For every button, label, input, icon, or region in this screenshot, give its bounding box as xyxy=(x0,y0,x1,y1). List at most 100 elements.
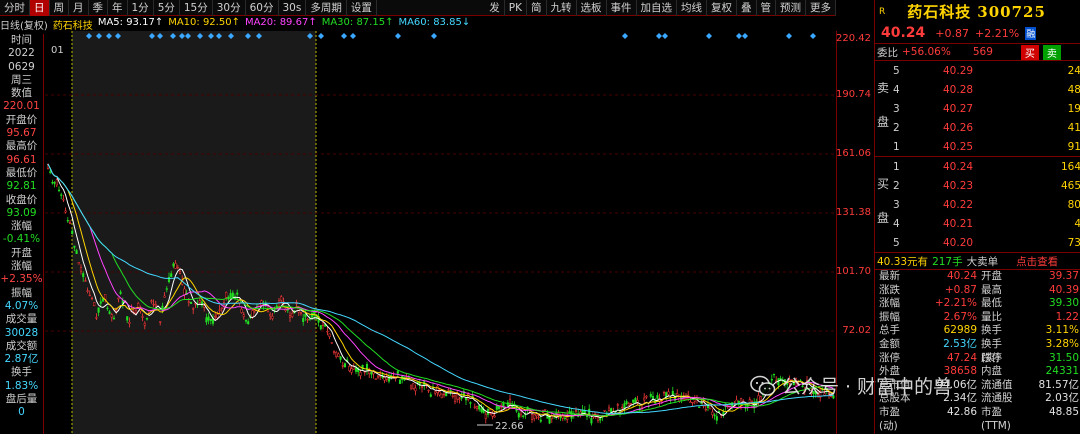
tool-button-7[interactable]: 均线 xyxy=(677,0,707,16)
order-level: 2 xyxy=(893,121,900,134)
tool-button-11[interactable]: 预测 xyxy=(776,0,806,16)
tool-button-4[interactable]: 选板 xyxy=(577,0,607,16)
order-book-row: 3 40.27 19 xyxy=(893,99,1080,118)
candle-body xyxy=(607,407,611,411)
event-diamond-icon[interactable] xyxy=(736,33,742,39)
event-diamond-icon[interactable] xyxy=(350,33,356,39)
candle-body xyxy=(469,402,472,404)
quote-label: 跌停 xyxy=(981,351,1002,364)
candle-body xyxy=(427,389,430,392)
candle-body xyxy=(187,301,190,303)
candle-body xyxy=(398,379,402,384)
candle-body xyxy=(436,385,439,393)
tool-button-3[interactable]: 九转 xyxy=(547,0,577,16)
candle-body xyxy=(209,318,212,321)
tool-button-8[interactable]: 复权 xyxy=(707,0,737,16)
candle-body xyxy=(60,194,63,196)
tool-button-5[interactable]: 事件 xyxy=(607,0,637,16)
tool-button-2[interactable]: 简 xyxy=(527,0,547,16)
period-tab-3[interactable]: 月 xyxy=(69,0,89,16)
candle-body xyxy=(247,321,250,325)
tool-button-0[interactable]: 发 xyxy=(485,0,505,16)
order-volume: 73 xyxy=(1067,236,1080,249)
order-book-row: 2 40.23 465 xyxy=(893,176,1080,195)
event-diamond-icon[interactable] xyxy=(431,33,437,39)
candle-body xyxy=(473,406,476,408)
order-price: 40.24 xyxy=(943,160,974,173)
quote-value: 39.30 xyxy=(1048,297,1079,310)
tool-button-12[interactable]: 更多 xyxy=(806,0,836,16)
event-diamond-icon[interactable] xyxy=(318,33,324,39)
candle-body xyxy=(352,366,355,370)
event-diamond-icon[interactable] xyxy=(341,33,347,39)
period-toolbar: 分时日周月季年 1分 5分 15分 30分 60分 30s 多周期 设置 发 PK 简九转 选板 事件 加自… xyxy=(0,0,836,16)
candle-body xyxy=(229,293,232,298)
period-tab-0[interactable]: 分时 xyxy=(0,0,30,16)
big-order-view-link[interactable]: 点击查看 xyxy=(1016,254,1058,269)
candle-body xyxy=(429,394,432,397)
stock-code: 300725 xyxy=(977,2,1046,21)
event-diamond-icon[interactable] xyxy=(662,33,668,39)
period-tab-11[interactable]: 30s xyxy=(279,0,307,16)
candle-body xyxy=(409,385,413,389)
order-level: 4 xyxy=(893,83,900,96)
event-diamond-icon[interactable] xyxy=(622,33,628,39)
candle-body xyxy=(711,411,714,416)
candle-body xyxy=(306,318,309,321)
tool-button-9[interactable]: 叠 xyxy=(737,0,757,16)
candle-body xyxy=(198,300,201,303)
period-tab-6[interactable]: 1分 xyxy=(128,0,154,16)
quote-row: 总市值 94.06亿 流通值 81.57亿 xyxy=(875,379,1080,393)
candle-body xyxy=(343,363,347,368)
candle-body xyxy=(537,416,540,419)
candlestick-chart[interactable]: 01 22.66 xyxy=(45,31,836,434)
quote-label: 最高 xyxy=(981,283,1002,296)
period-tab-1[interactable]: 日 xyxy=(30,0,50,16)
period-tab-7[interactable]: 5分 xyxy=(154,0,180,16)
period-tab-13[interactable]: 设置 xyxy=(347,0,377,16)
candle-body xyxy=(420,386,424,388)
year-value: 2022 xyxy=(8,47,35,60)
turnover-value: 2.87亿 xyxy=(4,353,39,366)
candle-body xyxy=(174,263,177,269)
candle-body xyxy=(88,294,91,297)
event-diamond-icon[interactable] xyxy=(706,33,712,39)
period-tab-10[interactable]: 60分 xyxy=(246,0,279,16)
tool-button-10[interactable]: 管 xyxy=(757,0,776,16)
candle-body xyxy=(691,401,694,404)
sell-button[interactable]: 卖 xyxy=(1042,44,1061,60)
price-change-pct: +2.21% xyxy=(975,26,1020,40)
candle-body xyxy=(709,403,712,410)
candle-body xyxy=(291,312,294,317)
candle-body xyxy=(715,416,718,421)
event-diamond-icon[interactable] xyxy=(742,33,748,39)
order-price: 40.23 xyxy=(943,179,974,192)
period-tab-8[interactable]: 15分 xyxy=(180,0,213,16)
quote-value: 42.86 xyxy=(946,405,977,418)
tool-button-6[interactable]: 加自选 xyxy=(637,0,677,16)
period-tab-4[interactable]: 季 xyxy=(89,0,108,16)
event-diamond-icon[interactable] xyxy=(395,33,401,39)
candle-body xyxy=(299,312,303,314)
period-tab-12[interactable]: 多周期 xyxy=(306,0,347,16)
order-book-row: 2 40.26 41 xyxy=(893,118,1080,137)
candle-body xyxy=(93,302,96,306)
period-tab-5[interactable]: 年 xyxy=(108,0,128,16)
order-volume: 19 xyxy=(1067,102,1080,115)
rate-label: 换手 xyxy=(11,366,32,379)
buy-button[interactable]: 买 xyxy=(1020,44,1039,60)
order-book-row: 3 40.22 80 xyxy=(893,195,1080,214)
period-tab-2[interactable]: 周 xyxy=(50,0,69,16)
event-diamond-icon[interactable] xyxy=(810,33,816,39)
candle-body xyxy=(667,391,670,395)
candle-body xyxy=(119,291,122,294)
period-tab-9[interactable]: 30分 xyxy=(213,0,246,16)
event-diamond-icon[interactable] xyxy=(656,33,662,39)
tool-button-1[interactable]: PK xyxy=(505,0,527,16)
candle-body xyxy=(585,415,589,418)
quote-row: 涨幅 +2.21% 最低 39.30 xyxy=(875,297,1080,311)
turnover-label: 成交额 xyxy=(5,339,38,352)
candle-body xyxy=(634,398,637,404)
event-diamond-icon[interactable] xyxy=(786,33,792,39)
quote-label: 金额 xyxy=(879,337,900,350)
